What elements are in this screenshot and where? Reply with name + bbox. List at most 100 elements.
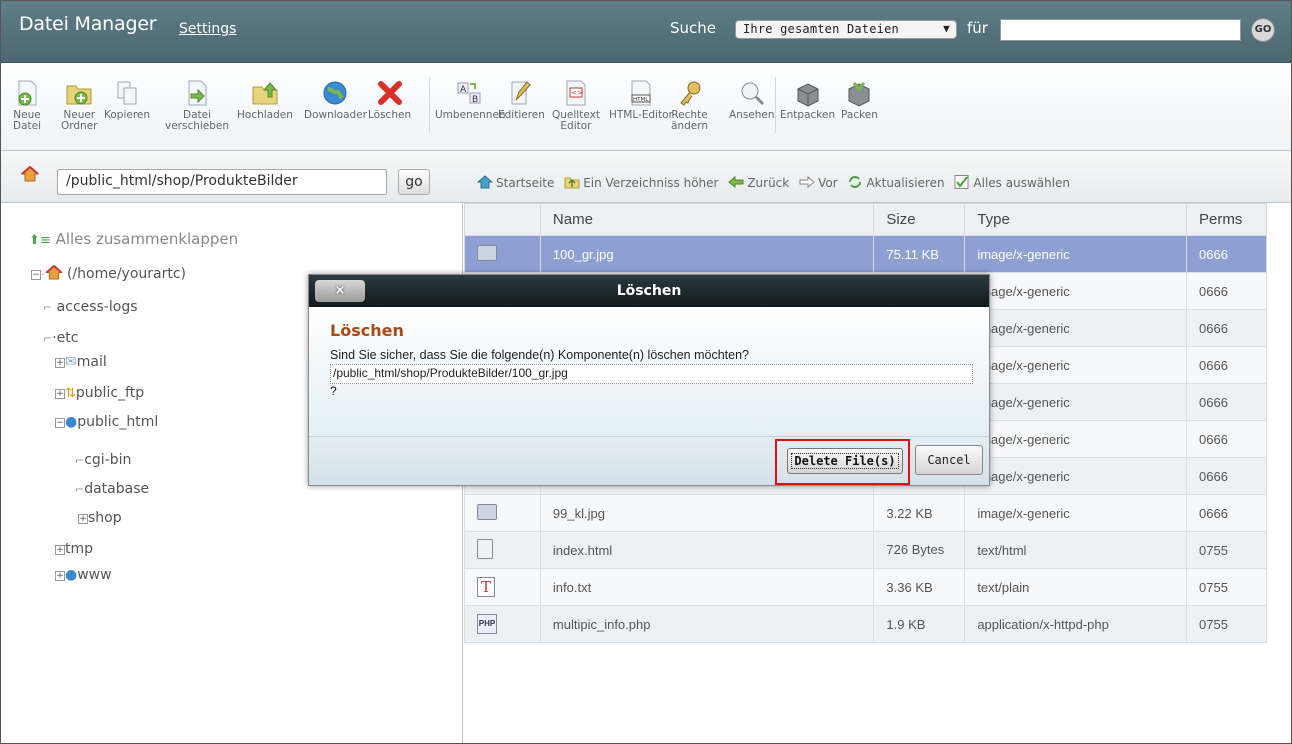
column-header-type[interactable]: Type xyxy=(964,203,1188,236)
perms-cell: 0666 xyxy=(1186,383,1267,421)
select-all-link[interactable]: Alles auswählen xyxy=(954,175,1070,190)
download-icon xyxy=(323,81,347,105)
highlight-box xyxy=(775,439,910,485)
tree-item-www[interactable]: +●www xyxy=(55,567,112,583)
settings-link[interactable]: Settings xyxy=(179,21,236,37)
move-file-button[interactable]: Datei verschieben xyxy=(165,79,229,132)
icon-column-header xyxy=(464,203,541,236)
new-file-icon xyxy=(18,80,37,106)
column-header-size[interactable]: Size xyxy=(873,203,966,236)
tree-label: etc xyxy=(56,330,79,346)
column-header-name[interactable]: Name xyxy=(539,203,875,236)
expand-toggle[interactable]: + xyxy=(55,571,65,581)
html-file-icon xyxy=(477,538,493,559)
toolbar-separator xyxy=(775,77,776,133)
forward-link[interactable]: Vor xyxy=(799,175,838,190)
path-input[interactable]: /public_html/shop/ProdukteBilder xyxy=(57,169,387,195)
cancel-button[interactable]: Cancel xyxy=(915,445,983,475)
html-editor-button[interactable]: HTML HTML-Editor xyxy=(609,79,673,121)
search-scope-select[interactable]: Ihre gesamten Dateien ▼ xyxy=(735,20,957,39)
back-link[interactable]: Zurück xyxy=(728,175,789,190)
perms-cell: 0666 xyxy=(1186,309,1267,347)
view-button[interactable]: Ansehen xyxy=(729,79,775,121)
type-cell: application/x-httpd-php xyxy=(964,605,1188,643)
search-input[interactable] xyxy=(1000,19,1241,41)
mail-icon: ✉ xyxy=(65,354,77,370)
delete-icon xyxy=(377,81,402,105)
icon-cell xyxy=(464,235,541,273)
tree-item-public-html[interactable]: −●public_html xyxy=(55,414,158,430)
dialog-title: Löschen xyxy=(616,283,682,299)
upload-button[interactable]: Hochladen xyxy=(237,79,293,121)
path-go-button[interactable]: go xyxy=(398,169,430,195)
expand-toggle[interactable]: + xyxy=(55,389,65,399)
toolbar-label: ändern xyxy=(671,120,709,132)
tree-item-mail[interactable]: +✉mail xyxy=(55,354,107,370)
toolbar-label: Datei xyxy=(13,120,42,132)
refresh-icon xyxy=(849,176,862,188)
table-row[interactable]: 100_gr.jpg 75.11 KB image/x-generic 0666 xyxy=(464,235,1267,273)
copy-button[interactable]: Kopieren xyxy=(104,79,150,121)
tree-item-etc[interactable]: ⌐·etc xyxy=(43,330,78,346)
compress-button[interactable]: Packen xyxy=(841,79,878,121)
toolbar-separator xyxy=(429,77,430,133)
nav-label: Zurück xyxy=(747,176,790,190)
tree-item-shop[interactable]: +shop xyxy=(78,510,122,526)
home-link[interactable]: Startseite xyxy=(477,175,554,190)
collapse-all-link[interactable]: ⬆≡ Alles zusammenklappen xyxy=(29,230,238,248)
edit-button[interactable]: Editieren xyxy=(498,79,545,121)
expand-toggle[interactable]: + xyxy=(55,358,65,368)
refresh-link[interactable]: Aktualisieren xyxy=(847,175,945,190)
download-button[interactable]: Downloader xyxy=(304,79,367,121)
tree-item-access-logs[interactable]: ⌐ access-logs xyxy=(43,299,138,315)
for-label: für xyxy=(967,19,988,37)
table-row[interactable]: index.html 726 Bytes text/html 0755 xyxy=(464,531,1267,569)
chevron-down-icon: ▼ xyxy=(943,22,950,35)
toolbar-label: Kopieren xyxy=(104,109,151,121)
type-cell: image/x-generic xyxy=(964,346,1188,384)
name-cell: info.txt xyxy=(539,568,875,606)
tree-item-public-ftp[interactable]: +⇅public_ftp xyxy=(55,385,144,401)
expand-toggle[interactable]: + xyxy=(78,514,88,524)
new-folder-button[interactable]: Neuer Ordner xyxy=(61,79,98,132)
search-go-button[interactable]: GO xyxy=(1251,18,1275,42)
table-row[interactable]: T info.txt 3.36 KB text/plain 0755 xyxy=(464,568,1267,606)
table-row[interactable]: PHP multipic_info.php 1.9 KB application… xyxy=(464,605,1267,643)
type-cell: image/x-generic xyxy=(964,383,1188,421)
permissions-button[interactable]: Rechte ändern xyxy=(671,79,708,132)
tree-item-database[interactable]: ⌐database xyxy=(75,481,149,497)
up-level-link[interactable]: Ein Verzeichniss höher xyxy=(564,175,718,190)
code-editor-button[interactable]: <> Quelltext Editor xyxy=(552,79,600,132)
size-cell: 75.11 KB xyxy=(873,235,966,273)
icon-cell: T xyxy=(464,568,541,606)
file-path-box: /public_html/shop/ProdukteBilder/100_gr.… xyxy=(330,364,973,384)
tree-item-cgi-bin[interactable]: ⌐cgi-bin xyxy=(75,452,131,468)
tree-root[interactable]: −· (/home/yourartc) xyxy=(31,264,187,282)
extract-button[interactable]: Entpacken xyxy=(780,79,835,121)
expand-toggle[interactable]: + xyxy=(55,545,65,555)
collapse-toggle[interactable]: − xyxy=(55,418,65,428)
code-editor-icon: <> xyxy=(566,80,586,106)
delete-button[interactable]: Löschen xyxy=(368,79,411,121)
type-cell: image/x-generic xyxy=(964,309,1188,347)
tree-label: database xyxy=(84,481,150,497)
file-manager-window: Datei Manager Settings Suche Ihre gesamt… xyxy=(0,0,1292,744)
delete-dialog: × Löschen Löschen Sind Sie sicher, dass … xyxy=(308,274,990,486)
perms-cell: 0666 xyxy=(1186,457,1267,495)
toolbar-label: Löschen xyxy=(368,109,412,121)
top-header-bar: Datei Manager Settings Suche Ihre gesamt… xyxy=(1,1,1291,63)
permissions-icon xyxy=(679,81,700,106)
column-header-perms[interactable]: Perms xyxy=(1186,203,1267,236)
perms-cell: 0755 xyxy=(1186,568,1267,606)
collapse-toggle[interactable]: − xyxy=(31,270,41,280)
table-row[interactable]: 99_kl.jpg 3.22 KB image/x-generic 0666 xyxy=(464,494,1267,532)
ftp-icon: ⇅ xyxy=(65,386,76,401)
new-file-button[interactable]: Neue Datei xyxy=(13,79,41,132)
tree-label: (/home/yourartc) xyxy=(66,266,187,282)
close-button[interactable]: × xyxy=(315,280,365,302)
nav-label: Aktualisieren xyxy=(866,176,945,190)
arrow-left-icon xyxy=(728,175,744,189)
tree-item-tmp[interactable]: +tmp xyxy=(55,541,93,557)
rename-button[interactable]: AB Umbenennen xyxy=(435,79,506,121)
upload-icon xyxy=(252,82,278,105)
